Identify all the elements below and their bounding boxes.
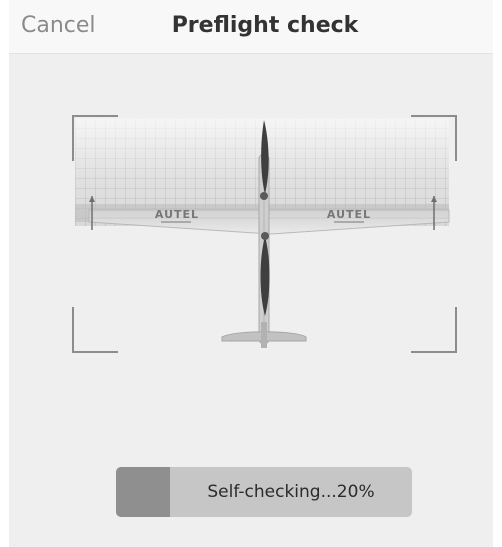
preflight-check-screen: Cancel Preflight check AUTEL AUTEL Self-… [9,0,493,547]
right-wing-logo-subtext [334,221,364,223]
nav-header: Cancel Preflight check [9,0,493,54]
aircraft-tail [221,322,307,348]
left-wing-logo-subtext [161,221,191,223]
left-wing-logo: AUTEL [155,208,199,221]
progress-label: Self-checking...20% [207,482,375,502]
self-check-progress-bar: Self-checking...20% [116,467,412,517]
page-title: Preflight check [171,13,359,38]
aircraft-illustration: AUTEL AUTEL [75,118,450,348]
right-wing-logo: AUTEL [327,208,371,221]
progress-fill [116,467,170,517]
aircraft-viewport: AUTEL AUTEL Self-checking...20% [9,54,493,547]
page-title-wrap: Preflight check [9,11,493,41]
